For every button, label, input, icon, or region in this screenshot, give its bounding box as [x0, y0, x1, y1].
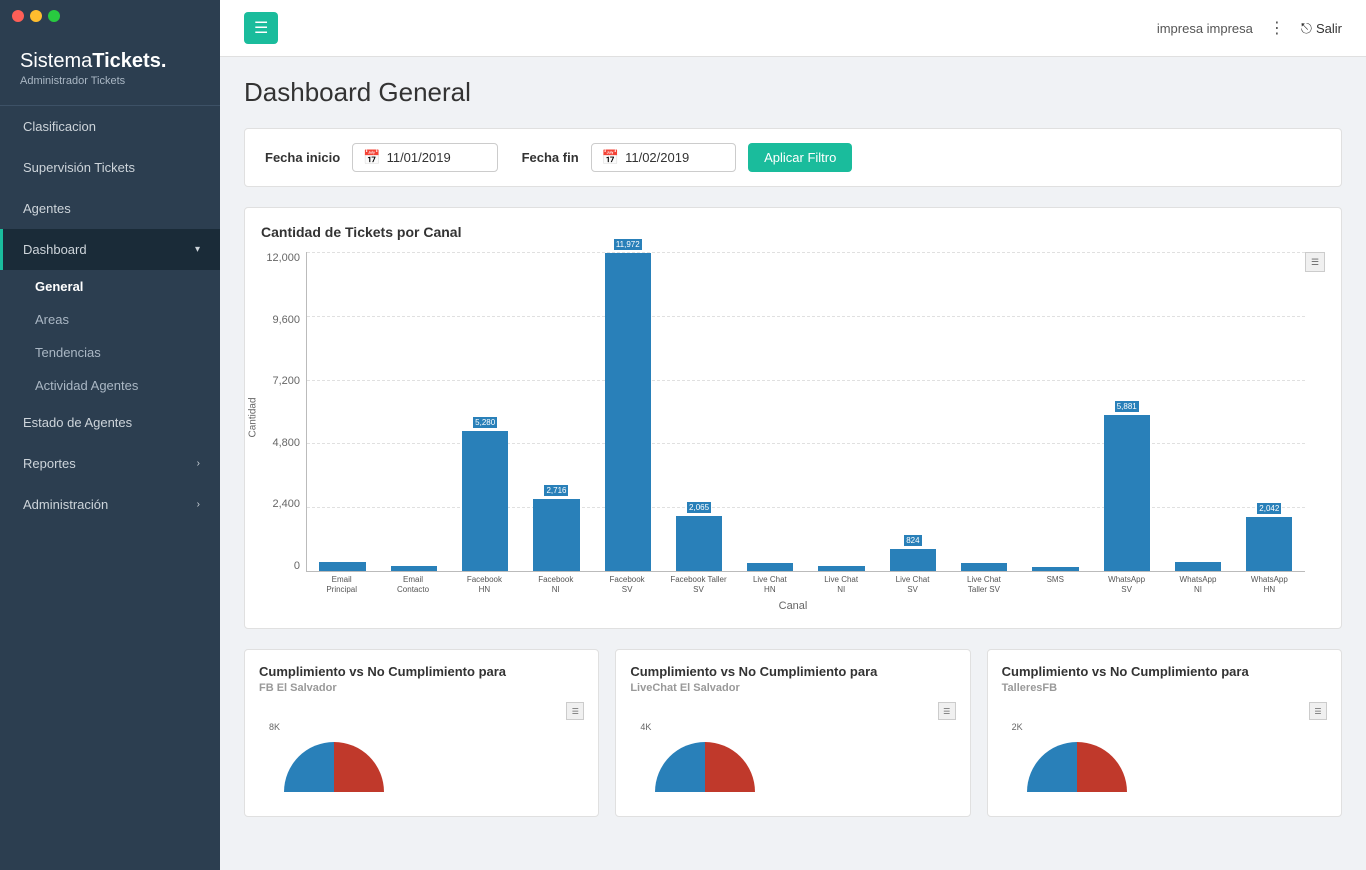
sidebar-item-reportes[interactable]: Reportes › [0, 443, 220, 484]
x-label-0: EmailPrincipal [306, 572, 377, 596]
menu-toggle-button[interactable]: ☰ [244, 12, 278, 44]
bar-group-11: 5,881 [1091, 252, 1162, 571]
x-label-6: Live ChatHN [734, 572, 805, 596]
bar-chart-area: ☰ 12,000 9,600 7,200 4,800 2,400 0 Canti… [261, 252, 1325, 612]
y-label-2: 7,200 [272, 375, 300, 387]
y-label-0: 12,000 [266, 252, 300, 264]
x-axis-label: Canal [261, 600, 1325, 612]
bar-group-13: 2,042 [1234, 252, 1305, 571]
card-y-top-2: 4K [640, 722, 651, 732]
sidebar-item-dashboard[interactable]: Dashboard ▾ [0, 229, 220, 270]
x-label-4: FacebookSV [591, 572, 662, 596]
bar-group-4: 11,972 [592, 252, 663, 571]
x-label-11: WhatsAppSV [1091, 572, 1162, 596]
sidebar-subitem-tendencias[interactable]: Tendencias [0, 336, 220, 369]
y-label-3: 4,800 [272, 437, 300, 449]
x-label-5: Facebook TallerSV [663, 572, 734, 596]
company-name: impresa impresa [1157, 21, 1253, 36]
x-label-3: FacebookNI [520, 572, 591, 596]
close-btn[interactable] [12, 10, 24, 22]
start-date-input-wrap: 📅 [352, 143, 497, 172]
start-date-input[interactable] [387, 150, 487, 165]
page-title: Dashboard General [244, 77, 1342, 108]
main-content: ☰ impresa impresa ⋮ ⎋ Salir Dashboard Ge… [220, 0, 1366, 870]
chart-options-button[interactable]: ☰ [1305, 252, 1325, 272]
start-date-label: Fecha inicio [265, 150, 340, 165]
card-chart-3: ☰ 2K [1002, 702, 1327, 802]
topbar-right: impresa impresa ⋮ ⎋ Salir [1157, 18, 1342, 38]
filter-bar: Fecha inicio 📅 Fecha fin 📅 Aplicar Filtr… [244, 128, 1342, 187]
card-title-2: Cumplimiento vs No Cumplimiento para Liv… [630, 664, 955, 694]
topbar: ☰ impresa impresa ⋮ ⎋ Salir [220, 0, 1366, 57]
sidebar-logo: SistemaTickets. Administrador Tickets [0, 32, 220, 106]
sidebar-subitem-general[interactable]: General [0, 270, 220, 303]
x-label-10: SMS [1020, 572, 1091, 596]
chevron-down-icon: ▾ [195, 244, 200, 255]
maximize-btn[interactable] [48, 10, 60, 22]
bar-group-0 [307, 252, 378, 571]
minimize-btn[interactable] [30, 10, 42, 22]
x-label-9: Live ChatTaller SV [948, 572, 1019, 596]
card-livechat-el-salvador: Cumplimiento vs No Cumplimiento para Liv… [615, 649, 970, 817]
logout-button[interactable]: ⎋ Salir [1301, 20, 1342, 37]
bar-group-8: 824 [877, 252, 948, 571]
bar-group-6 [735, 252, 806, 571]
bar-group-3: 2,716 [521, 252, 592, 571]
y-label-5: 0 [294, 560, 300, 572]
bar-group-5: 2,065 [663, 252, 734, 571]
x-label-13: WhatsAppHN [1234, 572, 1305, 596]
window-controls [0, 0, 220, 32]
page-content: Dashboard General Fecha inicio 📅 Fecha f… [220, 57, 1366, 857]
sidebar-subitem-actividad-agentes[interactable]: Actividad Agentes [0, 369, 220, 402]
x-label-8: Live ChatSV [877, 572, 948, 596]
brand-sub: Administrador Tickets [20, 75, 200, 87]
x-label-2: FacebookHN [449, 572, 520, 596]
bottom-cards-row: Cumplimiento vs No Cumplimiento para FB … [244, 649, 1342, 817]
end-date-label: Fecha fin [522, 150, 579, 165]
end-date-input[interactable] [625, 150, 725, 165]
chevron-right-icon: › [197, 458, 200, 469]
y-axis-label: Cantidad [248, 397, 259, 437]
sidebar-item-supervision[interactable]: Supervisión Tickets [0, 147, 220, 188]
calendar-end-icon: 📅 [602, 149, 619, 166]
apply-filter-button[interactable]: Aplicar Filtro [748, 143, 852, 172]
card-chart-2: ☰ 4K [630, 702, 955, 802]
card-chart-1: ☰ 8K [259, 702, 584, 802]
chevron-right-icon-2: › [197, 499, 200, 510]
bar-group-9 [949, 252, 1020, 571]
bar-group-1 [378, 252, 449, 571]
bar-chart-card: Cantidad de Tickets por Canal ☰ 12,000 9… [244, 207, 1342, 629]
end-date-input-wrap: 📅 [591, 143, 736, 172]
sidebar-item-administracion[interactable]: Administración › [0, 484, 220, 525]
logout-label: Salir [1316, 21, 1342, 36]
y-label-4: 2,400 [272, 498, 300, 510]
sidebar-item-agentes[interactable]: Agentes [0, 188, 220, 229]
card-title-3: Cumplimiento vs No Cumplimiento para Tal… [1002, 664, 1327, 694]
card-fb-el-salvador: Cumplimiento vs No Cumplimiento para FB … [244, 649, 599, 817]
y-label-1: 9,600 [272, 314, 300, 326]
bar-chart-title: Cantidad de Tickets por Canal [261, 224, 1325, 240]
sidebar-subitem-areas[interactable]: Areas [0, 303, 220, 336]
card-talleres-fb: Cumplimiento vs No Cumplimiento para Tal… [987, 649, 1342, 817]
bar-group-7 [806, 252, 877, 571]
bar-group-12 [1162, 252, 1233, 571]
x-label-1: EmailContacto [377, 572, 448, 596]
x-label-7: Live ChatNI [806, 572, 877, 596]
sidebar: SistemaTickets. Administrador Tickets Cl… [0, 0, 220, 870]
card-title-1: Cumplimiento vs No Cumplimiento para FB … [259, 664, 584, 694]
calendar-start-icon: 📅 [363, 149, 380, 166]
bar-group-2: 5,280 [450, 252, 521, 571]
card-y-top-3: 2K [1012, 722, 1023, 732]
card-y-top-1: 8K [269, 722, 280, 732]
logout-icon: ⎋ [1301, 20, 1312, 37]
x-label-12: WhatsAppNI [1162, 572, 1233, 596]
bar-group-10 [1020, 252, 1091, 571]
settings-icon[interactable]: ⋮ [1269, 18, 1285, 38]
sidebar-item-clasificacion[interactable]: Clasificacion [0, 106, 220, 147]
brand-name: SistemaTickets. [20, 50, 200, 73]
sidebar-item-estado-agentes[interactable]: Estado de Agentes [0, 402, 220, 443]
